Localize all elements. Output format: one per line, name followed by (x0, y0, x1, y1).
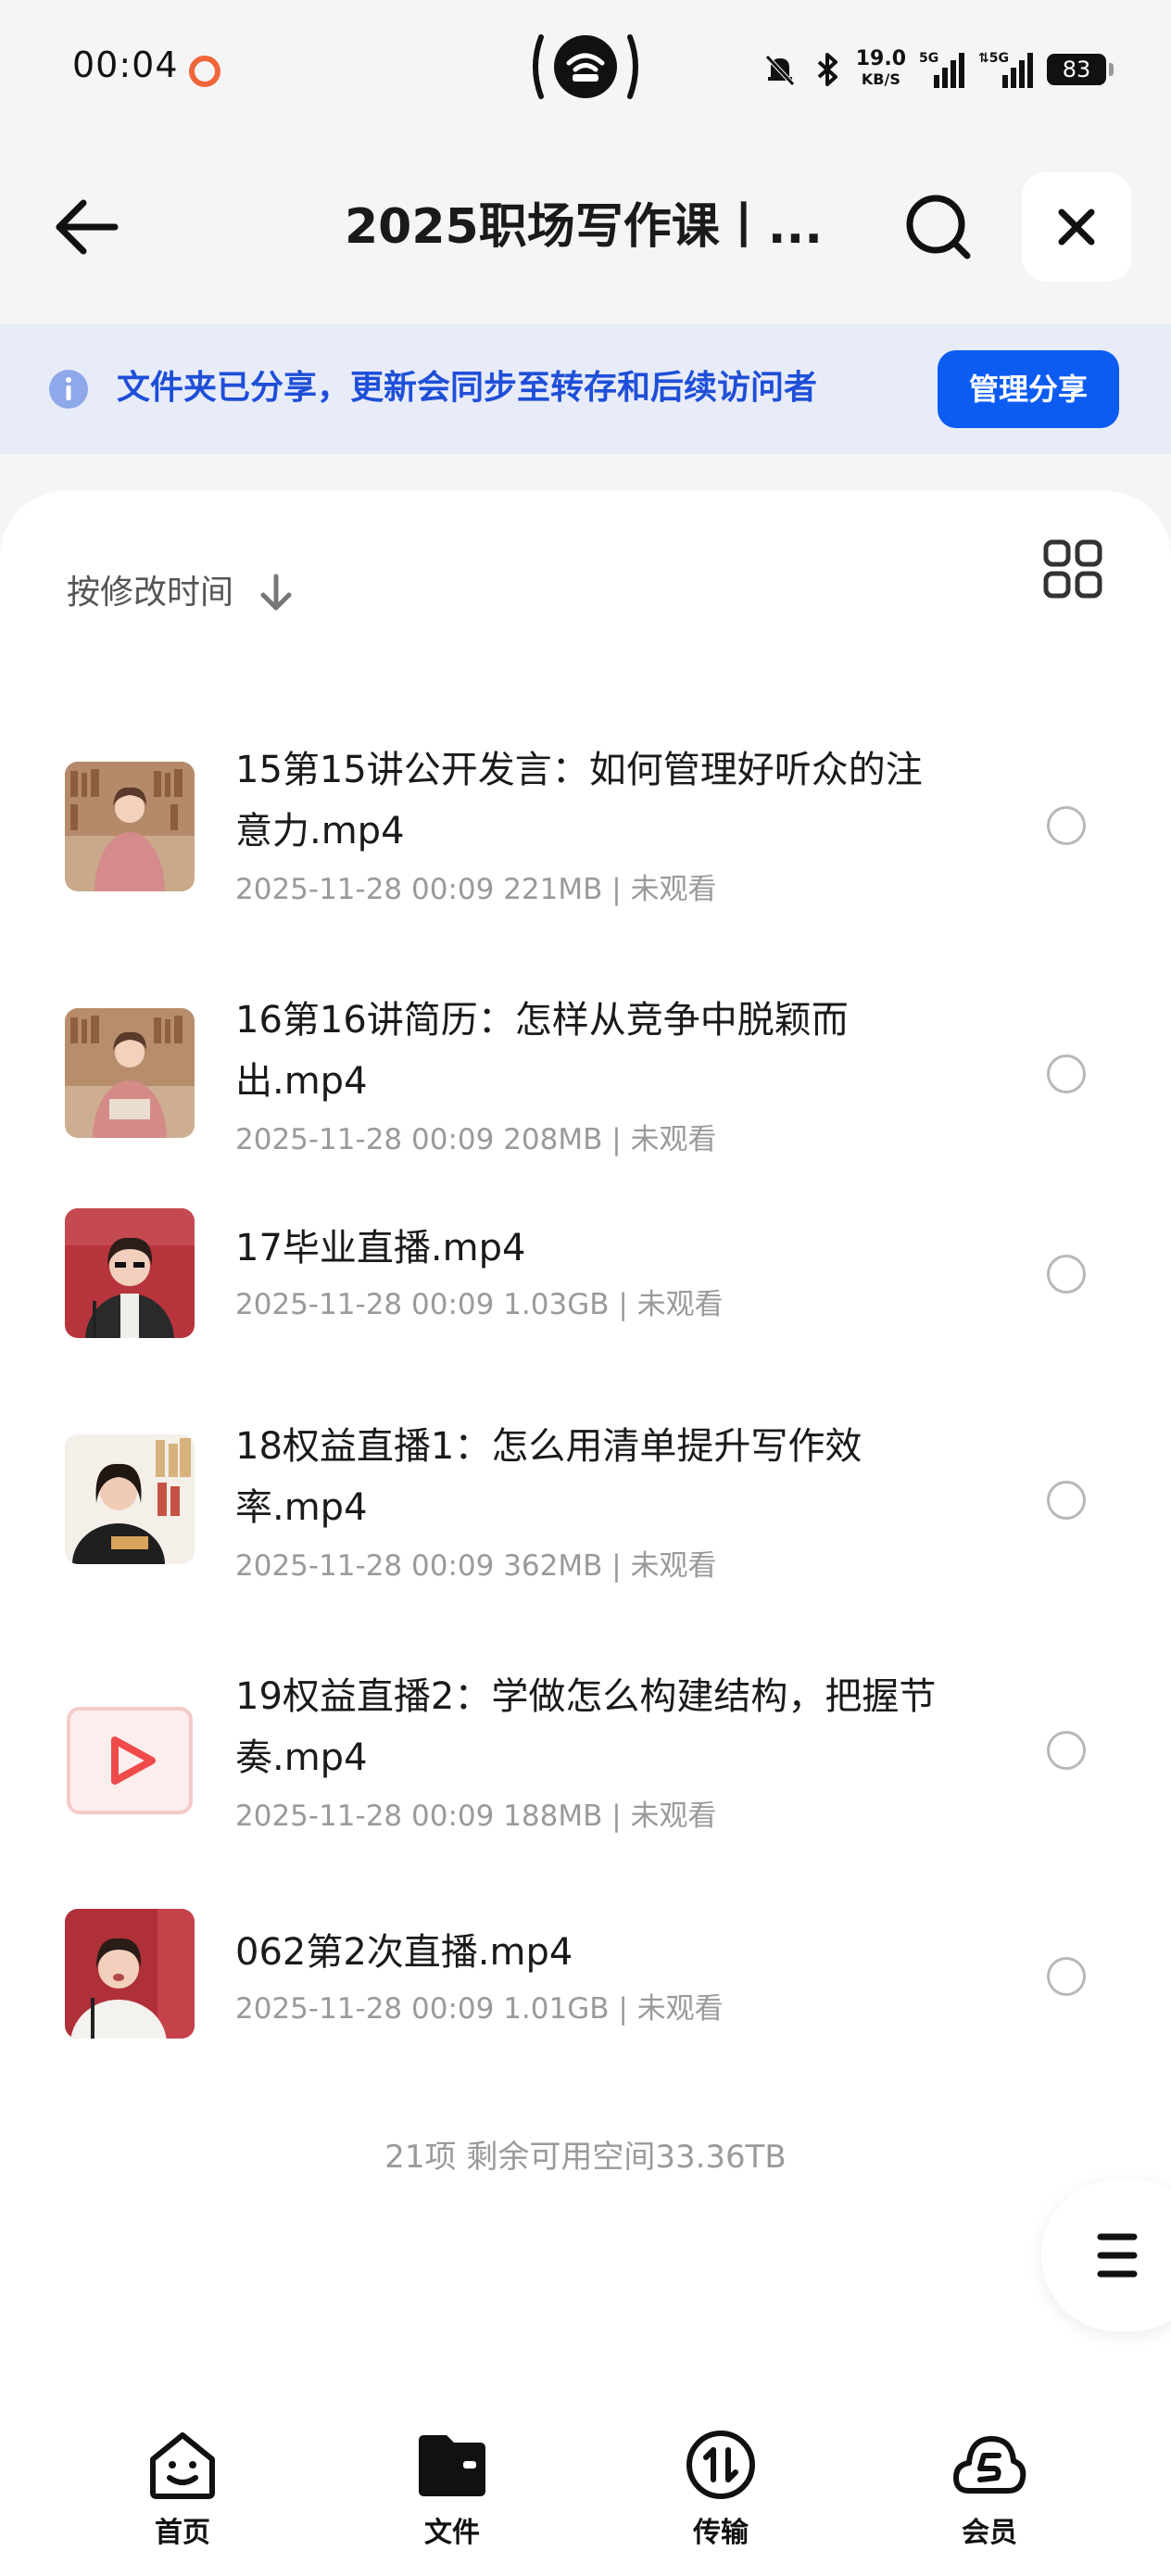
bottom-nav: 首页 文件 传输 会员 (0, 2400, 1171, 2576)
file-name: 15第15讲公开发言：如何管理好听众的注意力.mp4 (235, 749, 923, 852)
file-meta: 2025-11-28 00:09 362MB | 未观看 (235, 1549, 717, 1583)
select-checkbox[interactable] (1047, 1481, 1086, 1520)
video-thumbnail (65, 1434, 195, 1564)
file-meta: 2025-11-28 00:09 221MB | 未观看 (235, 873, 717, 906)
title-bar: 2025职场写作课丨... (0, 158, 1171, 297)
status-bar: 00:04 19.0 KB/S 5G ⇅5G 83 (0, 0, 1171, 139)
network-speed-value: 19.0 (855, 47, 906, 70)
file-name: 062第2次直播.mp4 (235, 1931, 573, 1974)
file-row[interactable]: 062第2次直播.mp4 2025-11-28 00:09 1.01GB | 未… (0, 1909, 1171, 2085)
mute-bell-icon (764, 55, 795, 86)
file-meta: 2025-11-28 00:09 188MB | 未观看 (235, 1799, 717, 1833)
video-thumbnail (65, 762, 195, 891)
sort-label: 按修改时间 (67, 574, 234, 612)
svg-text:⇅5G: ⇅5G (978, 51, 1009, 66)
close-button[interactable] (1022, 172, 1131, 282)
hotspot-icon (533, 34, 638, 99)
nav-member[interactable]: 会员 (906, 2428, 1073, 2550)
nav-files-label: 文件 (424, 2517, 480, 2549)
signal-5g-icon: 5G (919, 51, 964, 88)
share-banner: 文件夹已分享，更新会同步至转存和后续访问者 管理分享 (0, 324, 1171, 454)
video-thumbnail (65, 1008, 195, 1138)
select-checkbox[interactable] (1047, 1731, 1086, 1770)
close-icon (1058, 208, 1095, 246)
nav-member-label: 会员 (962, 2517, 1017, 2549)
transfer-icon (686, 2431, 755, 2499)
home-face-icon (150, 2432, 215, 2499)
manage-share-button[interactable]: 管理分享 (938, 350, 1119, 428)
video-thumbnail (65, 1208, 195, 1338)
file-meta: 2025-11-28 00:09 1.01GB | 未观看 (235, 1992, 724, 2026)
file-row[interactable]: 17毕业直播.mp4 2025-11-28 00:09 1.03GB | 未观看 (0, 1205, 1171, 1381)
nav-files[interactable]: 文件 (369, 2428, 535, 2550)
bluetooth-icon (817, 53, 837, 86)
grid-view-icon[interactable] (1043, 539, 1102, 599)
recording-indicator-icon (189, 56, 220, 87)
network-speed: 19.0 KB/S (856, 49, 906, 90)
menu-fab-button[interactable] (1041, 2179, 1171, 2331)
file-name: 16第16讲简历：怎样从竞争中脱颖而出.mp4 (235, 999, 849, 1103)
select-checkbox[interactable] (1047, 1957, 1086, 1996)
battery-indicator: 83 (1047, 54, 1114, 85)
file-meta: 2025-11-28 00:09 1.03GB | 未观看 (235, 1288, 724, 1321)
file-list-panel: 按修改时间 15第15讲公开发言：如何管理好听众的注意力.mp4 2025-11… (0, 491, 1171, 2576)
status-icons: 19.0 KB/S 5G ⇅5G 83 (762, 37, 1114, 102)
nav-home-label: 首页 (155, 2517, 210, 2549)
select-checkbox[interactable] (1047, 1054, 1086, 1093)
search-icon[interactable] (897, 185, 980, 269)
back-arrow-icon[interactable] (46, 185, 130, 269)
status-time: 00:04 (72, 44, 179, 85)
nav-transfer-label: 传输 (693, 2517, 749, 2549)
video-thumbnail (65, 1909, 195, 2039)
file-row[interactable]: 16第16讲简历：怎样从竞争中脱颖而出.mp4 2025-11-28 00:09… (0, 954, 1171, 1186)
file-name: 17毕业直播.mp4 (235, 1227, 526, 1269)
file-row[interactable]: 15第15讲公开发言：如何管理好听众的注意力.mp4 2025-11-28 00… (0, 704, 1171, 936)
folder-icon (419, 2435, 485, 2496)
select-checkbox[interactable] (1047, 806, 1086, 845)
menu-icon (1097, 2233, 1138, 2278)
file-row[interactable]: 19权益直播2：学做怎么构建结构，把握节奏.mp4 2025-11-28 00:… (0, 1659, 1171, 1890)
select-checkbox[interactable] (1047, 1255, 1086, 1294)
video-file-icon (65, 1696, 195, 1825)
arrow-down-icon (260, 574, 292, 611)
network-speed-unit: KB/S (861, 70, 900, 88)
info-icon (49, 370, 88, 409)
sort-control[interactable]: 按修改时间 (67, 542, 295, 644)
signal-5g-secondary-icon: ⇅5G (978, 51, 1033, 88)
file-row[interactable]: 18权益直播1：怎么用清单提升写作效率.mp4 2025-11-28 00:09… (0, 1408, 1171, 1640)
svg-text:5G: 5G (919, 51, 938, 66)
file-meta: 2025-11-28 00:09 208MB | 未观看 (235, 1123, 717, 1156)
page-title: 2025职场写作课丨... (345, 199, 823, 255)
share-notice-text: 文件夹已分享，更新会同步至转存和后续访问者 (117, 369, 818, 407)
storage-summary: 21项 剩余可用空间33.36TB (384, 2139, 787, 2176)
nav-transfer[interactable]: 传输 (637, 2428, 804, 2550)
member-cloud-icon (953, 2436, 1026, 2494)
file-name: 18权益直播1：怎么用清单提升写作效率.mp4 (235, 1425, 863, 1529)
file-name: 19权益直播2：学做怎么构建结构，把握节奏.mp4 (235, 1675, 937, 1779)
nav-home[interactable]: 首页 (99, 2428, 266, 2550)
